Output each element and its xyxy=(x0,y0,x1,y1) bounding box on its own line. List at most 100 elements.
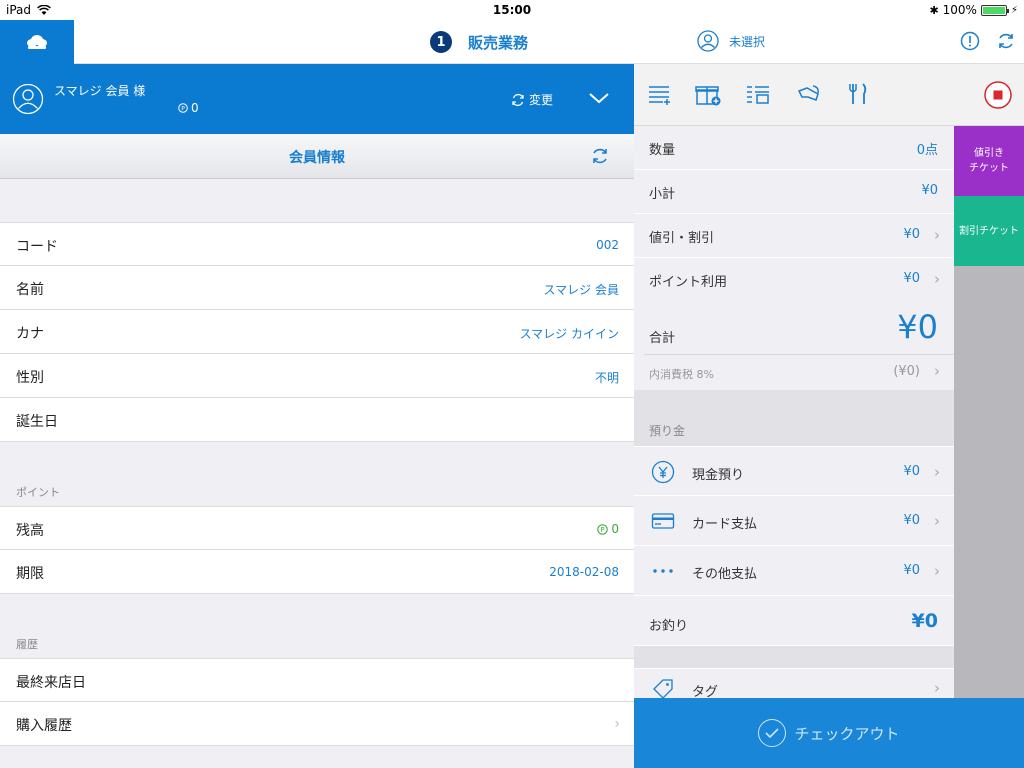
battery-icon xyxy=(980,4,1009,16)
member-birthday-row: 誕生日 xyxy=(0,398,634,442)
row-value: ¥0 xyxy=(903,513,920,528)
clock: 15:00 xyxy=(492,3,532,17)
chevron-right-icon: › xyxy=(614,716,620,732)
staff-selector[interactable]: 未選択 xyxy=(697,30,765,52)
svg-text:P: P xyxy=(601,526,605,534)
other-payment-row[interactable]: その他支払 ¥0 › xyxy=(634,546,954,596)
row-label: 値引・割引 xyxy=(649,231,715,246)
member-name-row: 名前 スマレジ 会員 xyxy=(0,266,634,310)
gift-icon[interactable] xyxy=(694,80,722,108)
yen-coin-icon xyxy=(651,460,675,484)
cash-payment-row[interactable]: 現金預り ¥0 › xyxy=(634,446,954,496)
register-list-icon[interactable] xyxy=(744,80,772,108)
change-member-label: 変更 xyxy=(529,93,554,107)
cloud-logo-icon xyxy=(27,35,47,49)
last-visit-row: 最終来店日 xyxy=(0,658,634,702)
percent-discount-ticket[interactable]: 割引チケット xyxy=(954,196,1024,266)
return-hand-icon[interactable] xyxy=(796,80,824,108)
chevron-right-icon: › xyxy=(934,226,940,244)
more-dots-icon xyxy=(653,569,673,573)
bluetooth-icon: ✱ xyxy=(929,3,939,17)
row-value: 0点 xyxy=(916,143,938,158)
points-icon: P xyxy=(178,103,188,113)
row-value: スマレジ カイイン xyxy=(519,327,619,341)
refresh-icon xyxy=(512,93,524,106)
transaction-summary: 数量 0点 小計 ¥0 値引・割引 ¥0 › ポイント利用 ¥0 › 合計 ¥0… xyxy=(634,126,954,708)
checkout-button[interactable]: チェックアウト xyxy=(634,698,1024,768)
member-kana-row: カナ スマレジ カイイン xyxy=(0,310,634,354)
tax-label: 内消費税 8% xyxy=(649,368,714,381)
value-discount-ticket[interactable]: 値引き チケット xyxy=(954,126,1024,196)
row-value: スマレジ 会員 xyxy=(543,283,619,297)
row-label: 期限 xyxy=(16,566,44,582)
row-label: 現金預り xyxy=(692,468,745,483)
discount-row[interactable]: 値引・割引 ¥0 › xyxy=(634,214,954,258)
points-balance-row: 残高 P 0 xyxy=(0,506,634,550)
points-balance-value: P 0 xyxy=(597,522,619,536)
card-payment-row[interactable]: カード支払 ¥0 › xyxy=(634,496,954,546)
row-label: 性別 xyxy=(16,370,44,386)
svg-text:P: P xyxy=(181,105,185,112)
row-label: 残高 xyxy=(16,523,44,539)
ticket-column: 値引き チケット 割引チケット xyxy=(954,126,1024,698)
menu-logo-button[interactable] xyxy=(0,20,74,64)
member-name: スマレジ 会員 様 xyxy=(54,84,146,98)
member-info-pane: コード 002 名前 スマレジ 会員 カナ スマレジ カイイン 性別 不明 誕生… xyxy=(0,179,634,768)
alert-icon[interactable] xyxy=(960,31,980,51)
register-toolbar xyxy=(634,64,1024,126)
deposit-section-label: 預り金 xyxy=(649,424,686,438)
row-label: カード支払 xyxy=(692,517,758,532)
row-label: お釣り xyxy=(649,619,689,634)
points-expiry-row: 期限 2018-02-08 xyxy=(0,550,634,594)
page-title: 販売業務 xyxy=(468,33,529,52)
chevron-right-icon[interactable]: › xyxy=(934,362,940,380)
row-value: ¥0 xyxy=(903,227,920,242)
fork-knife-icon[interactable] xyxy=(844,80,872,108)
member-gender-row: 性別 不明 xyxy=(0,354,634,398)
row-label: 誕生日 xyxy=(16,414,58,430)
row-value: ¥0 xyxy=(903,464,920,479)
points-section-label: ポイント xyxy=(16,486,60,499)
quantity-row: 数量 0点 xyxy=(634,126,954,170)
total-block: 合計 ¥0 内消費税 8% (¥0) › xyxy=(634,300,954,390)
stop-icon[interactable] xyxy=(983,80,1013,110)
check-icon xyxy=(758,719,787,747)
purchase-history-row[interactable]: 購入履歴 › xyxy=(0,702,634,746)
staff-label: 未選択 xyxy=(729,34,766,49)
member-points: P 0 xyxy=(178,101,199,115)
row-value: 002 xyxy=(596,238,619,252)
menu-add-icon[interactable] xyxy=(646,80,674,108)
member-info-titlebar: 会員情報 xyxy=(0,134,634,179)
row-value: ¥0 xyxy=(911,610,938,632)
row-value: ¥0 xyxy=(903,563,920,578)
member-header: スマレジ 会員 様 P 0 変更 xyxy=(0,64,634,134)
refresh-icon[interactable] xyxy=(590,146,610,166)
points-use-row[interactable]: ポイント利用 ¥0 › xyxy=(634,258,954,302)
chevron-down-icon[interactable] xyxy=(588,90,610,106)
row-value: 2018-02-08 xyxy=(549,565,619,579)
points-icon: P xyxy=(597,523,609,535)
sync-icon[interactable] xyxy=(996,31,1016,51)
chevron-right-icon: › xyxy=(934,562,940,580)
battery-percent: 100% xyxy=(942,3,977,17)
change-due-row: お釣り ¥0 xyxy=(634,596,954,646)
row-value: ¥0 xyxy=(921,183,938,198)
chevron-right-icon: › xyxy=(934,679,940,697)
row-label: ポイント利用 xyxy=(649,275,728,290)
row-label: その他支払 xyxy=(692,567,758,582)
total-value: ¥0 xyxy=(897,308,938,346)
charging-icon: ⚡ xyxy=(1010,4,1018,16)
row-label: 最終来店日 xyxy=(16,675,86,691)
chevron-right-icon: › xyxy=(934,463,940,481)
row-value: ¥0 xyxy=(903,271,920,286)
nav-bar: 1 販売業務 未選択 xyxy=(0,20,1024,64)
member-points-value: 0 xyxy=(191,101,199,115)
row-value: 不明 xyxy=(594,371,619,385)
register-number-badge: 1 xyxy=(430,31,452,53)
change-member-button[interactable]: 変更 xyxy=(511,91,553,108)
divider xyxy=(644,354,954,355)
chevron-right-icon: › xyxy=(934,270,940,288)
row-label: コード xyxy=(16,239,58,255)
credit-card-icon xyxy=(651,513,675,529)
row-label: 購入履歴 xyxy=(16,718,72,734)
